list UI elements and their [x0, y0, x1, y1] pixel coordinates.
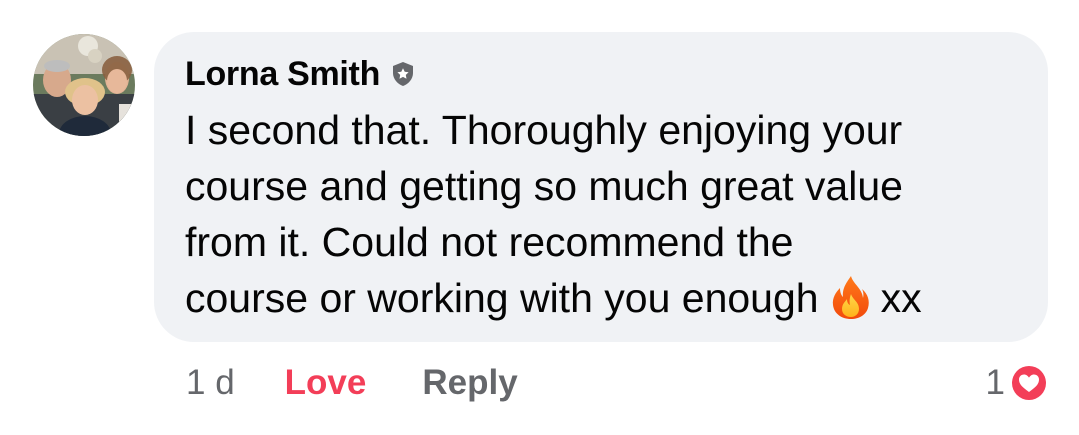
- shield-badge-icon: [390, 61, 416, 87]
- comment-line: from it. Could not recommend the: [185, 219, 794, 265]
- reply-button[interactable]: Reply: [422, 363, 517, 403]
- comment-actions: 1 d Love Reply: [186, 360, 518, 406]
- comment-line: course or working with you enough: [185, 275, 819, 321]
- love-reaction-button[interactable]: Love: [285, 363, 367, 403]
- avatar-photo: [33, 34, 135, 136]
- avatar[interactable]: [33, 34, 135, 136]
- fire-icon: [829, 274, 873, 320]
- comment-trailing-text: xx: [880, 275, 922, 321]
- comment: Lorna Smith I second that. Thoroughly en…: [0, 0, 1079, 435]
- comment-line: I second that. Thoroughly enjoying your: [185, 107, 903, 153]
- comment-bubble: Lorna Smith I second that. Thoroughly en…: [154, 32, 1048, 342]
- reaction-summary[interactable]: 1: [986, 360, 1049, 406]
- reaction-count: 1: [985, 363, 1005, 402]
- author-name[interactable]: Lorna Smith: [185, 55, 380, 94]
- comment-line: course and getting so much great value: [185, 163, 903, 209]
- author-row: Lorna Smith: [185, 52, 416, 96]
- heart-icon: [1009, 363, 1049, 403]
- timestamp[interactable]: 1 d: [186, 363, 235, 403]
- comment-text: I second that. Thoroughly enjoying your …: [185, 102, 1035, 326]
